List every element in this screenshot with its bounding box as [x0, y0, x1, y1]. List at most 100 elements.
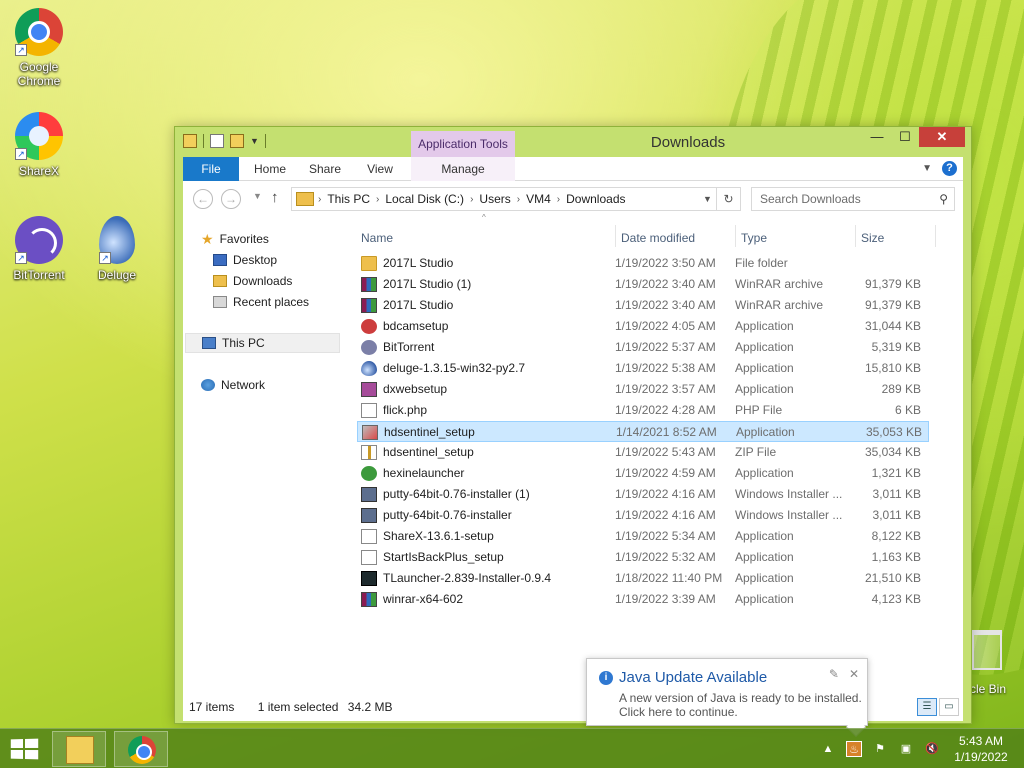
network-status-icon[interactable]: ▣: [898, 741, 914, 757]
column-header-type[interactable]: Type: [741, 227, 851, 249]
taskbar-file-explorer[interactable]: [52, 731, 106, 767]
desktop-icon-label: Deluge: [97, 268, 137, 282]
nav-favorites[interactable]: ★ Favorites: [201, 229, 269, 249]
navigation-bar: ← → ▼ ↑ › This PC › Local Disk (C:) › Us…: [183, 181, 963, 217]
file-row[interactable]: putty-64bit-0.76-installer 1/19/2022 4:16…: [357, 505, 929, 526]
file-row[interactable]: StartIsBackPlus_setup 1/19/2022 5:32 AM Ap…: [357, 547, 929, 568]
file-date-modified: 1/19/2022 4:05 AM: [615, 319, 716, 333]
desktop-icon-bittorrent[interactable]: ↗ BitTorrent: [4, 216, 74, 282]
file-type: WinRAR archive: [735, 277, 824, 291]
drop-file-icon: [361, 361, 377, 376]
breadcrumb-users[interactable]: Users: [473, 192, 516, 206]
ribbon: File Home Share View Manage ▼ ?: [183, 157, 963, 181]
java-update-notification[interactable]: i Java Update Available A new version of…: [586, 658, 868, 737]
column-header-date-modified[interactable]: Date modified: [621, 227, 731, 249]
forward-button[interactable]: →: [221, 189, 241, 209]
tab-file[interactable]: File: [183, 157, 239, 181]
pin-icon[interactable]: ✎: [829, 667, 839, 681]
breadcrumb-vm4[interactable]: VM4: [520, 192, 557, 206]
desktop-icon-label: cle Bin: [970, 682, 1007, 696]
windows-logo-icon: [10, 749, 24, 759]
taskbar-chrome[interactable]: [114, 731, 168, 767]
breadcrumb-local-disk[interactable]: Local Disk (C:): [379, 192, 470, 206]
file-row[interactable]: 2017L Studio 1/19/2022 3:40 AM WinRAR arch…: [357, 295, 929, 316]
explorer-window[interactable]: ▼ Application Tools Downloads — ☐ ✕ File…: [174, 126, 972, 724]
clock[interactable]: 5:43 AM 1/19/2022: [946, 733, 1016, 765]
file-row[interactable]: BitTorrent 1/19/2022 5:37 AM Application 5,…: [357, 337, 929, 358]
file-row[interactable]: hdsentinel_setup 1/14/2021 8:52 AM Applica…: [357, 421, 929, 442]
nav-label: Recent places: [233, 295, 310, 309]
file-name-cell: hdsentinel_setup: [362, 422, 616, 443]
file-row[interactable]: TLauncher-2.839-Installer-0.9.4 1/18/2022…: [357, 568, 929, 589]
ribbon-controls: ▼ ?: [922, 161, 957, 176]
details-view-button[interactable]: ☰: [917, 698, 937, 716]
file-type: Application: [735, 529, 794, 543]
rar-file-icon: [361, 592, 377, 607]
tab-view[interactable]: View: [357, 157, 403, 181]
nav-this-pc[interactable]: This PC: [185, 333, 340, 353]
desktop-icon-chrome[interactable]: ↗ Google Chrome: [4, 8, 74, 88]
breadcrumb-downloads[interactable]: Downloads: [560, 192, 631, 206]
minimize-button[interactable]: —: [863, 127, 891, 147]
file-row[interactable]: 2017L Studio 1/19/2022 3:50 AM File folder: [357, 253, 929, 274]
column-header-name[interactable]: Name: [361, 227, 611, 249]
navigation-pane: ★ Favorites Desktop Downloads Recent pla…: [183, 217, 343, 693]
status-selection: 1 item selected: [257, 700, 339, 714]
file-row[interactable]: putty-64bit-0.76-installer (1) 1/19/2022 …: [357, 484, 929, 505]
file-date-modified: 1/19/2022 4:28 AM: [615, 403, 716, 417]
help-icon[interactable]: ?: [942, 161, 957, 176]
notification-message[interactable]: A new version of Java is ready to be ins…: [619, 691, 863, 719]
nav-downloads[interactable]: Downloads: [213, 271, 292, 291]
rar-file-icon: [361, 298, 377, 313]
desktop-icon-recycle-bin[interactable]: cle Bin: [968, 630, 1024, 696]
start-button[interactable]: [10, 738, 39, 760]
refresh-button[interactable]: ↻: [716, 188, 740, 210]
file-name: 2017L Studio: [383, 256, 454, 270]
close-button[interactable]: ✕: [919, 127, 965, 147]
file-name: BitTorrent: [383, 340, 435, 354]
tab-manage[interactable]: Manage: [411, 157, 515, 181]
file-date-modified: 1/19/2022 4:16 AM: [615, 487, 716, 501]
chevron-down-icon[interactable]: ▼: [698, 194, 716, 204]
volume-muted-icon[interactable]: 🔇: [924, 741, 940, 757]
back-button[interactable]: ←: [193, 189, 213, 209]
search-input[interactable]: Search Downloads ⚲: [751, 187, 955, 211]
notification-controls: ✎ ✕: [829, 667, 859, 681]
file-row[interactable]: dxwebsetup 1/19/2022 3:57 AM Application 28…: [357, 379, 929, 400]
file-row[interactable]: flick.php 1/19/2022 4:28 AM PHP File 6 KB: [357, 400, 929, 421]
nav-recent-places[interactable]: Recent places: [213, 292, 309, 312]
title-bar[interactable]: ▼ Application Tools Downloads — ☐ ✕: [175, 127, 971, 157]
file-name: winrar-x64-602: [383, 592, 464, 606]
file-row[interactable]: winrar-x64-602 1/19/2022 3:39 AM Applicati…: [357, 589, 929, 610]
windows-logo-icon: [24, 750, 39, 760]
close-icon[interactable]: ✕: [849, 667, 859, 681]
maximize-button[interactable]: ☐: [891, 127, 919, 147]
address-bar[interactable]: › This PC › Local Disk (C:) › Users › VM…: [291, 187, 741, 211]
file-row[interactable]: ShareX-13.6.1-setup 1/19/2022 5:34 AM Appl…: [357, 526, 929, 547]
column-header-size[interactable]: Size: [861, 227, 931, 249]
nav-network[interactable]: Network: [201, 375, 265, 395]
show-hidden-icons[interactable]: ▲: [820, 741, 836, 757]
nav-desktop[interactable]: Desktop: [213, 250, 277, 270]
chevron-down-icon[interactable]: ▼: [922, 163, 932, 174]
file-date-modified: 1/19/2022 3:40 AM: [615, 277, 716, 291]
action-center-flag-icon[interactable]: ⚑: [872, 741, 888, 757]
file-row[interactable]: 2017L Studio (1) 1/19/2022 3:40 AM WinRAR …: [357, 274, 929, 295]
file-date-modified: 1/19/2022 5:37 AM: [615, 340, 716, 354]
file-row[interactable]: hexinelauncher 1/19/2022 4:59 AM Applicati…: [357, 463, 929, 484]
file-name-cell: bdcamsetup: [361, 316, 615, 337]
breadcrumb-this-pc[interactable]: This PC: [321, 192, 376, 206]
desktop-icon-deluge[interactable]: ↗ Deluge: [82, 216, 152, 282]
up-button[interactable]: ↑: [271, 189, 279, 206]
java-update-icon[interactable]: ♨: [846, 741, 862, 757]
file-type: Application: [735, 592, 794, 606]
tab-share[interactable]: Share: [301, 157, 349, 181]
tab-home[interactable]: Home: [245, 157, 295, 181]
file-name-cell: hexinelauncher: [361, 463, 615, 484]
recent-locations-icon[interactable]: ▼: [253, 191, 262, 201]
large-icons-view-button[interactable]: ▭: [939, 698, 959, 716]
file-row[interactable]: hdsentinel_setup 1/19/2022 5:43 AM ZIP Fil…: [357, 442, 929, 463]
file-row[interactable]: deluge-1.3.15-win32-py2.7 1/19/2022 5:38 …: [357, 358, 929, 379]
file-row[interactable]: bdcamsetup 1/19/2022 4:05 AM Application 31…: [357, 316, 929, 337]
desktop-icon-sharex[interactable]: ↗ ShareX: [4, 112, 74, 178]
